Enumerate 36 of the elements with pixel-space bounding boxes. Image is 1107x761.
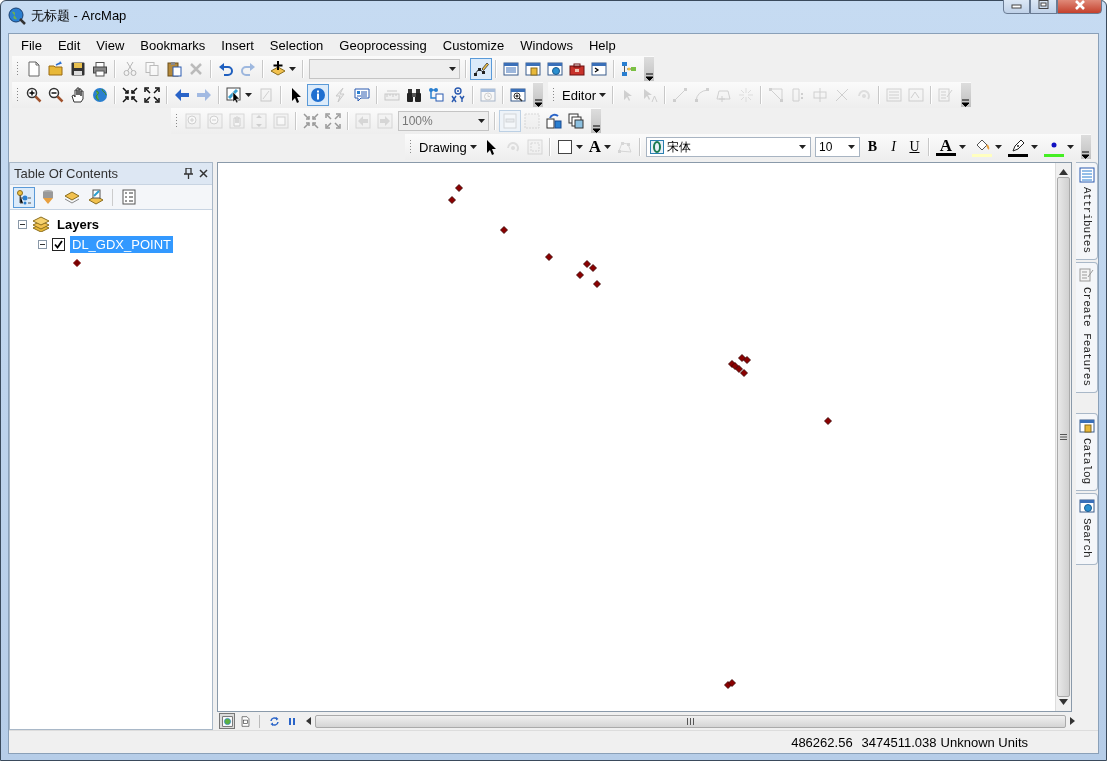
text-tool-button[interactable]: A [585, 136, 614, 158]
units-label: Unknown Units [940, 734, 1028, 750]
combo-value: 宋体 [666, 138, 692, 156]
font-color-button[interactable]: A [932, 136, 969, 158]
menu-item[interactable]: Geoprocessing [331, 37, 435, 53]
menu-item[interactable]: Insert [213, 37, 262, 53]
menu-item[interactable]: View [88, 37, 133, 53]
panel-title: Table Of Contents [14, 166, 120, 181]
dock-tab[interactable]: Create Features [1076, 262, 1098, 394]
x-coordinate: 486262.56 [791, 734, 853, 750]
menubutton-menu[interactable]: Editor [559, 84, 609, 106]
combo-value: 100% [402, 114, 434, 128]
dock-tab-label: Attributes [1080, 187, 1093, 253]
dock-tab-label: Search [1080, 518, 1093, 558]
menu-item[interactable]: Edit [49, 37, 89, 53]
font-size-dropdown[interactable]: 10 [814, 137, 860, 157]
menubutton-menu[interactable]: Drawing [416, 136, 480, 158]
italic-button[interactable]: I [882, 136, 904, 158]
dock-tab[interactable]: Attributes [1076, 162, 1098, 260]
combo-value: 10 [818, 140, 834, 154]
menu-item[interactable]: Customize [434, 37, 513, 53]
font-dropdown[interactable]: 宋体 [645, 137, 811, 157]
dock-tab[interactable]: Catalog [1076, 413, 1098, 492]
layer-group-label[interactable]: Layers [55, 215, 101, 233]
menu-item[interactable]: Windows [512, 37, 581, 53]
y-coordinate: 3474511.038 [861, 734, 937, 750]
underline-button[interactable]: U [903, 136, 925, 158]
menu-item[interactable]: Bookmarks [132, 37, 214, 53]
menu-item[interactable]: Help [580, 37, 624, 53]
dock-tab[interactable]: Search [1076, 493, 1098, 565]
bold-button[interactable]: B [861, 136, 883, 158]
menu-item[interactable]: Selection [261, 37, 332, 53]
dock-tab-label: Create Features [1080, 287, 1093, 387]
menu-item[interactable]: File [13, 37, 50, 53]
dock-tab-label: Catalog [1080, 438, 1093, 485]
window-title: 无标题 - ArcMap [31, 7, 128, 25]
